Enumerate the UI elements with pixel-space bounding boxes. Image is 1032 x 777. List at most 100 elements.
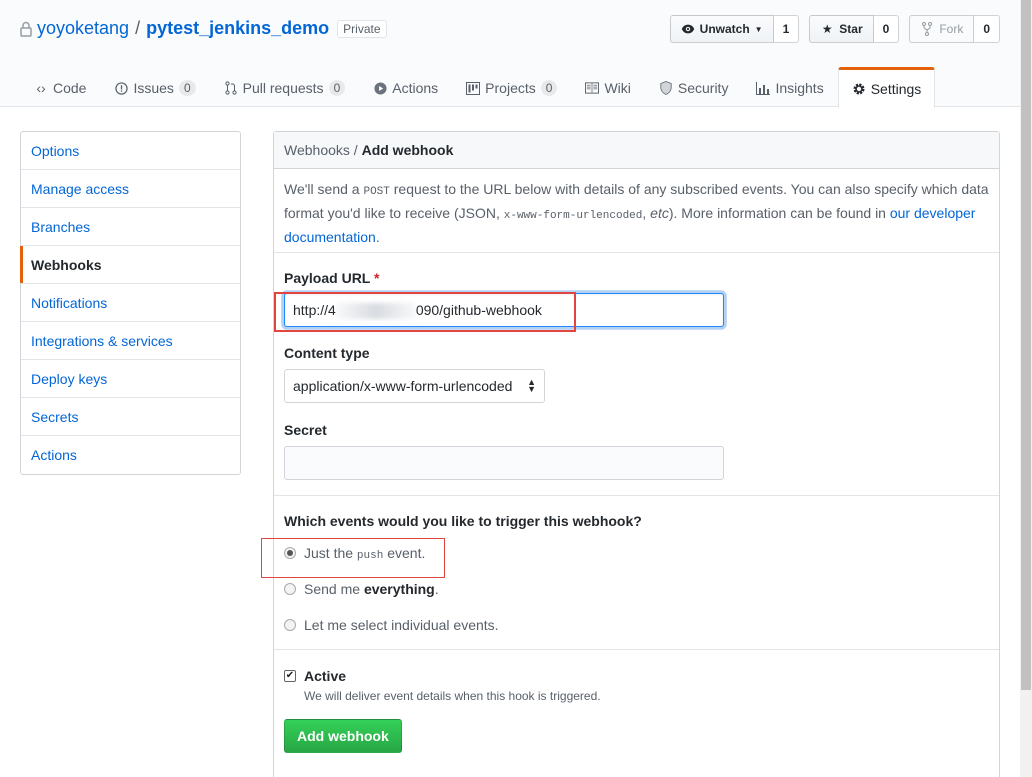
events-section: Which events would you like to trigger t… xyxy=(274,495,999,650)
sidebar-item-options[interactable]: Options xyxy=(21,132,240,170)
tab-label: Projects xyxy=(485,80,536,96)
fork-count[interactable]: 0 xyxy=(974,15,1000,43)
tab-label: Actions xyxy=(392,80,439,96)
content-type-label: Content type xyxy=(284,345,370,361)
active-section: ✔ Active We will deliver event details w… xyxy=(274,650,999,753)
breadcrumb-current: Add webhook xyxy=(361,142,454,158)
fork-group: Fork 0 xyxy=(909,15,1000,43)
tab-label: Wiki xyxy=(604,80,631,96)
private-badge: Private xyxy=(337,19,387,38)
sidebar-item-branches[interactable]: Branches xyxy=(21,208,240,246)
breadcrumb-separator: / xyxy=(349,142,362,158)
tab-pull-requests[interactable]: Pull requests 0 xyxy=(210,67,360,107)
repo-title: yoyoketang / pytest_jenkins_demo Private xyxy=(20,18,387,39)
tab-label: Pull requests xyxy=(242,80,324,96)
sidebar-item-deploy-keys[interactable]: Deploy keys xyxy=(21,360,240,398)
tab-actions[interactable]: Actions xyxy=(359,67,452,107)
secret-label: Secret xyxy=(284,422,327,438)
radio-select[interactable] xyxy=(284,619,296,631)
repo-owner-link[interactable]: yoyoketang xyxy=(37,18,129,39)
active-row[interactable]: ✔ Active xyxy=(284,668,989,684)
lock-icon xyxy=(20,21,34,37)
repo-nav: ‹› Code Issues 0 Pull requests 0 Actions… xyxy=(20,67,936,108)
intro-part: ). More information can be found in xyxy=(668,205,890,221)
unwatch-button[interactable]: Unwatch ▼ xyxy=(669,15,774,43)
active-checkbox[interactable]: ✔ xyxy=(284,670,296,682)
book-icon xyxy=(585,81,600,95)
tab-projects[interactable]: Projects 0 xyxy=(452,67,571,107)
watch-count[interactable]: 1 xyxy=(773,15,800,43)
tab-wiki[interactable]: Wiki xyxy=(571,67,644,107)
event-option-select[interactable]: Let me select individual events. xyxy=(284,607,989,643)
event-push-label: Just the push event. xyxy=(304,545,425,562)
fork-icon xyxy=(920,22,934,36)
settings-sidebar: Options Manage access Branches Webhooks … xyxy=(20,131,241,475)
radio-push[interactable] xyxy=(284,547,296,559)
add-webhook-panel: Webhooks / Add webhook We'll send a POST… xyxy=(273,131,1000,777)
tab-label: Security xyxy=(677,80,729,96)
unwatch-label: Unwatch xyxy=(699,22,750,36)
star-label: Star xyxy=(839,22,863,36)
tab-insights[interactable]: Insights xyxy=(742,67,837,107)
shield-icon xyxy=(659,81,673,95)
page-scrollbar[interactable] xyxy=(1020,0,1032,777)
issue-icon xyxy=(114,81,128,95)
gear-icon xyxy=(852,82,866,96)
star-icon: ★ xyxy=(821,22,833,36)
sidebar-item-secrets[interactable]: Secrets xyxy=(21,398,240,436)
event-all-strong: everything xyxy=(363,581,435,597)
tab-code[interactable]: ‹› Code xyxy=(20,67,100,107)
radio-everything[interactable] xyxy=(284,583,296,595)
tab-label: Issues xyxy=(133,80,174,96)
intro-text: We'll send a POST request to the URL bel… xyxy=(274,169,999,253)
play-icon xyxy=(373,81,387,95)
required-mark: * xyxy=(374,270,380,286)
intro-part: . xyxy=(375,229,380,245)
secret-input[interactable] xyxy=(284,446,724,480)
fork-button[interactable]: Fork xyxy=(909,15,975,43)
pull-requests-count: 0 xyxy=(328,80,346,96)
event-push-text: event. xyxy=(383,544,426,561)
active-label: Active xyxy=(304,668,347,684)
graph-icon xyxy=(756,81,771,95)
tab-label: Code xyxy=(53,80,87,96)
sidebar-item-webhooks[interactable]: Webhooks xyxy=(20,246,240,284)
eye-icon xyxy=(681,22,695,36)
add-webhook-button[interactable]: Add webhook xyxy=(284,719,402,753)
webhook-form: Payload URL * http://4 090/github-webhook… xyxy=(274,253,999,480)
repo-name-link[interactable]: pytest_jenkins_demo xyxy=(146,18,329,39)
payload-url-label: Payload URL * xyxy=(284,270,989,286)
tab-label: Settings xyxy=(870,80,922,97)
watch-group: Unwatch ▼ 1 xyxy=(669,15,800,43)
star-group: ★ Star 0 xyxy=(809,15,900,43)
intro-part: We'll send a xyxy=(284,181,364,197)
payload-url-input[interactable]: http://4 090/github-webhook xyxy=(284,293,724,327)
tab-security[interactable]: Security xyxy=(645,67,743,107)
pull-request-icon xyxy=(224,81,238,95)
event-option-push[interactable]: Just the push event. xyxy=(284,535,989,571)
content-type-select[interactable]: application/x-www-form-urlencoded ▲ ▼ xyxy=(284,369,545,403)
breadcrumb-webhooks[interactable]: Webhooks xyxy=(284,142,350,158)
payload-url-suffix: 090/github-webhook xyxy=(415,302,542,318)
breadcrumb: Webhooks / Add webhook xyxy=(274,132,999,169)
events-question: Which events would you like to trigger t… xyxy=(284,513,642,529)
active-note: We will deliver event details when this … xyxy=(304,689,601,703)
repo-actions: Unwatch ▼ 1 ★ Star 0 Fork 0 xyxy=(669,15,1000,43)
sidebar-item-manage-access[interactable]: Manage access xyxy=(21,170,240,208)
intro-code-post: POST xyxy=(363,186,390,198)
event-push-code: push xyxy=(356,549,384,562)
scrollbar-thumb[interactable] xyxy=(1021,0,1031,690)
sidebar-item-actions[interactable]: Actions xyxy=(21,436,240,474)
select-arrows-icon: ▲ ▼ xyxy=(527,377,536,394)
code-icon: ‹› xyxy=(36,80,46,96)
event-option-everything[interactable]: Send me everything. xyxy=(284,571,989,607)
event-everything-label: Send me everything. xyxy=(304,581,439,597)
intro-part: , xyxy=(642,205,651,221)
tab-settings[interactable]: Settings xyxy=(837,67,936,108)
star-count[interactable]: 0 xyxy=(873,15,900,43)
star-button[interactable]: ★ Star xyxy=(809,15,874,43)
sidebar-item-integrations[interactable]: Integrations & services xyxy=(21,322,240,360)
sidebar-item-notifications[interactable]: Notifications xyxy=(21,284,240,322)
event-all-text: . xyxy=(434,581,439,597)
tab-issues[interactable]: Issues 0 xyxy=(100,67,209,107)
